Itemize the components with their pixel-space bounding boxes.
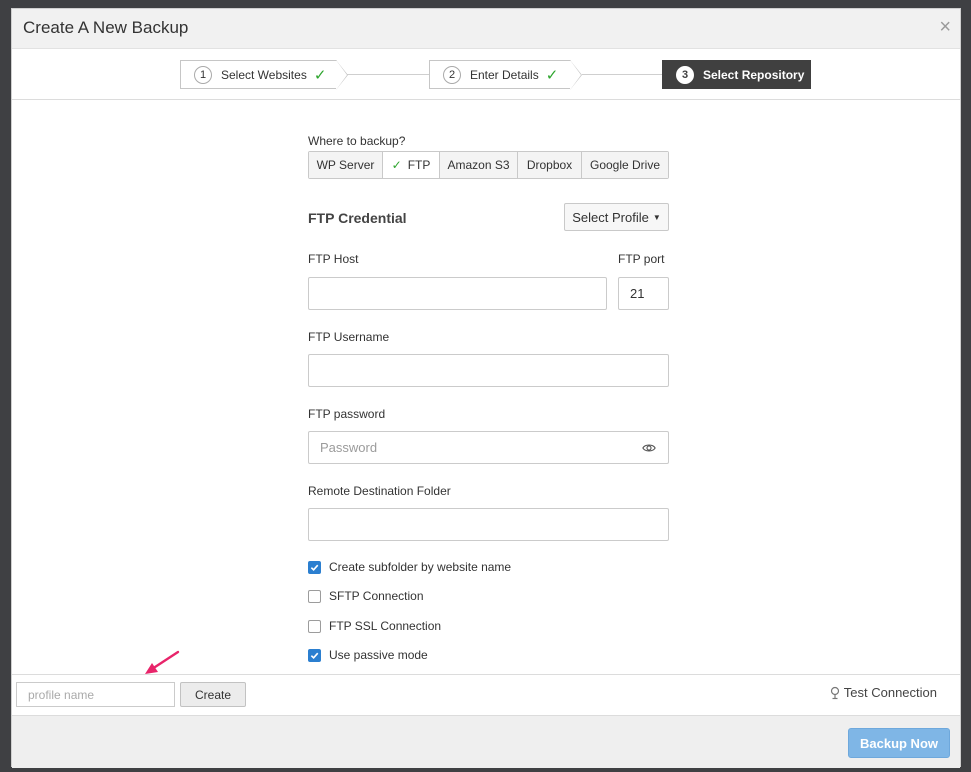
option-label: Use passive mode [329,648,428,662]
check-icon: ✓ [545,66,559,84]
step-number: 3 [676,65,694,84]
eye-icon[interactable] [642,441,656,455]
step-select-repository[interactable]: 3 Select Repository [662,60,811,89]
modal-footer: Backup Now [12,715,960,768]
step-label: Select Websites [221,67,307,82]
option-label: FTP SSL Connection [329,619,442,633]
ftp-password-input[interactable]: Password [308,431,669,464]
step-label: Enter Details [470,67,539,82]
option-passive-mode[interactable]: Use passive mode [308,648,428,662]
step-enter-details[interactable]: 2 Enter Details ✓ [429,60,582,90]
test-connection-button[interactable]: Test Connection [830,685,937,700]
stepper: 1 Select Websites ✓ 2 Enter Details ✓ 3 … [12,49,960,100]
option-sftp-connection[interactable]: SFTP Connection [308,589,424,603]
ftp-host-input[interactable] [308,277,607,310]
step-connector [582,74,662,75]
option-label: SFTP Connection [329,589,424,603]
ftp-port-input[interactable]: 21 [618,277,669,310]
ftp-host-label: FTP Host [308,252,359,266]
step-connector [337,74,429,75]
check-icon: ✓ [391,158,402,172]
step-number: 2 [443,65,461,84]
select-profile-label: Select Profile [572,209,649,225]
option-ftp-ssl[interactable]: FTP SSL Connection [308,619,441,633]
destination-google-drive[interactable]: Google Drive [582,152,668,178]
option-label: Create subfolder by website name [329,560,512,574]
check-icon [310,564,319,571]
where-label: Where to backup? [308,134,406,148]
close-icon[interactable]: × [939,17,951,37]
caret-down-icon: ▼ [652,212,661,222]
ftp-port-label: FTP port [618,252,665,266]
destination-selector: WP Server ✓ FTP Amazon S3 Dropbox Google… [308,151,669,179]
step-number: 1 [194,65,212,84]
modal-header: Create A New Backup × [12,9,960,49]
ftp-username-input[interactable] [308,354,669,387]
create-profile-button[interactable]: Create [180,682,246,707]
plug-icon [830,686,839,699]
annotation-arrow-icon [145,650,180,674]
remote-folder-label: Remote Destination Folder [308,484,451,498]
check-icon: ✓ [313,66,327,84]
ftp-password-label: FTP password [308,407,386,421]
profile-name-input[interactable]: profile name [16,682,175,707]
checkbox-unchecked[interactable] [308,589,321,603]
step-select-websites[interactable]: 1 Select Websites ✓ [180,60,348,90]
modal-title: Create A New Backup [23,18,189,37]
select-profile-button[interactable]: Select Profile ▼ [564,203,669,231]
test-connection-label: Test Connection [843,685,937,700]
option-create-subfolder[interactable]: Create subfolder by website name [308,560,511,574]
password-placeholder: Password [320,440,378,455]
checkbox-checked[interactable] [308,560,321,574]
profile-bar: profile name Create Test Connection [12,674,960,715]
checkbox-unchecked[interactable] [308,619,321,633]
step-label: Select Repository [703,67,805,82]
ftp-credential-heading: FTP Credential [308,210,407,226]
destination-dropbox[interactable]: Dropbox [518,152,582,178]
destination-wp-server[interactable]: WP Server [309,152,383,178]
destination-amazon-s3[interactable]: Amazon S3 [440,152,518,178]
destination-ftp[interactable]: ✓ FTP [383,152,440,178]
remote-folder-input[interactable] [308,508,669,541]
checkbox-checked[interactable] [308,648,321,662]
ftp-username-label: FTP Username [308,330,390,344]
check-icon [310,652,319,659]
backup-now-button[interactable]: Backup Now [848,728,950,758]
destination-ftp-label: FTP [407,158,431,172]
